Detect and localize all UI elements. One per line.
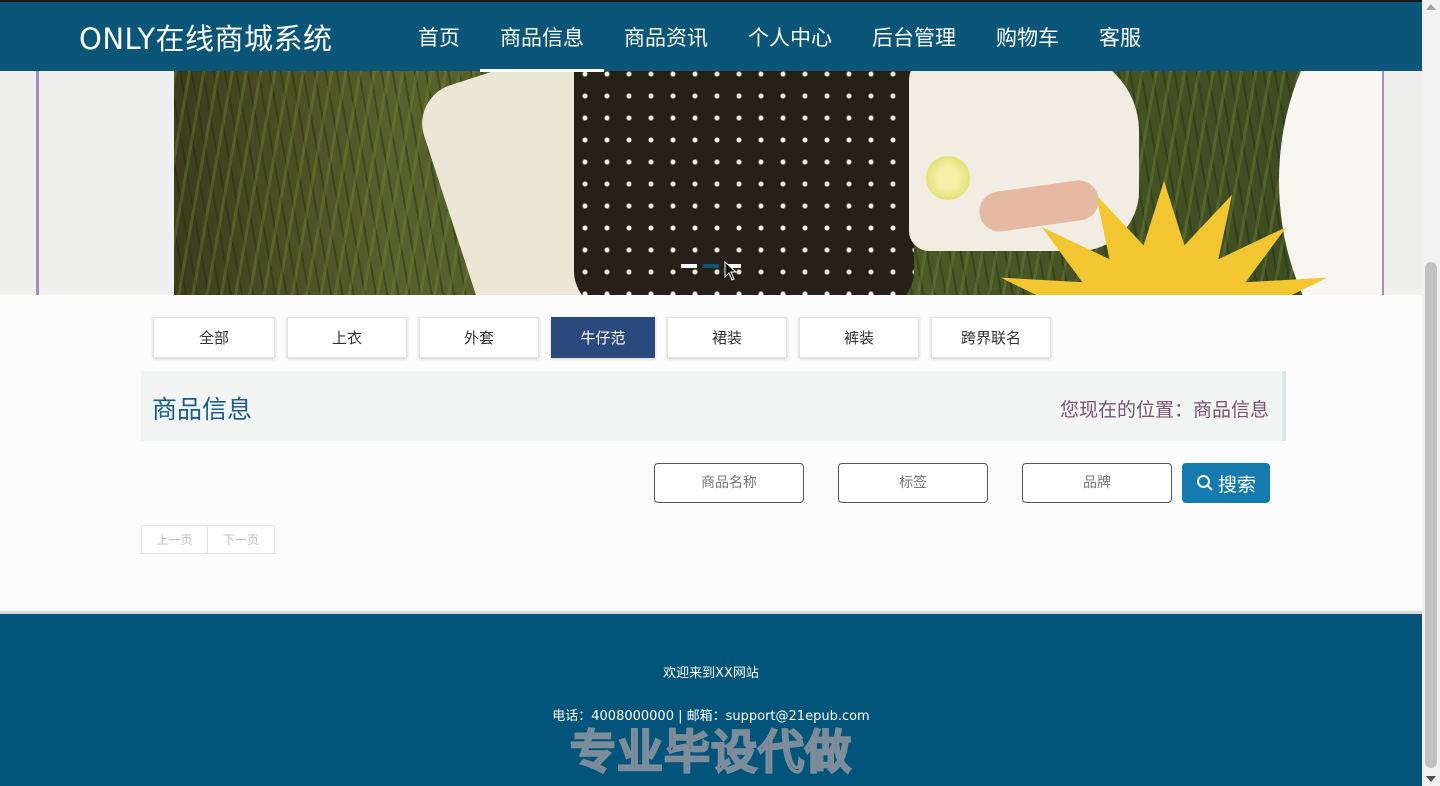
- footer-welcome: 欢迎来到XX网站: [663, 666, 759, 681]
- scroll-thumb[interactable]: [1425, 262, 1437, 768]
- category-tab-tops[interactable]: 上衣: [287, 317, 407, 358]
- pagination: 上一页 下一页: [141, 525, 275, 554]
- footer: 欢迎来到XX网站 电话：4008000000 | 邮箱：support@21ep…: [0, 611, 1422, 786]
- banner-dress: [574, 71, 914, 295]
- nav-news[interactable]: 商品资讯: [604, 2, 728, 71]
- prev-page-button[interactable]: 上一页: [141, 525, 208, 554]
- nav-service[interactable]: 客服: [1079, 2, 1161, 71]
- nav-products[interactable]: 商品信息: [480, 2, 604, 72]
- footer-watermark: 专业毕设代做: [569, 724, 852, 780]
- tag-input[interactable]: [838, 463, 988, 503]
- category-tab-outerwear[interactable]: 外套: [419, 317, 539, 358]
- top-navbar: ONLY在线商城系统 首页 商品信息 商品资讯 个人中心 后台管理 购物车 客服: [0, 0, 1422, 72]
- nav-profile[interactable]: 个人中心: [728, 2, 852, 71]
- category-tab-dresses[interactable]: 裙装: [667, 317, 787, 358]
- banner-arc: [1279, 71, 1382, 295]
- nav-cart[interactable]: 购物车: [976, 2, 1079, 71]
- carousel-dot-2[interactable]: [703, 264, 719, 268]
- scroll-down-arrow-icon[interactable]: [1426, 776, 1436, 782]
- search-icon: [1196, 475, 1213, 491]
- search-button[interactable]: 搜索: [1182, 463, 1270, 503]
- site-brand[interactable]: ONLY在线商城系统: [79, 16, 333, 58]
- product-name-input[interactable]: [654, 463, 804, 503]
- banner-frame-left: [36, 71, 39, 295]
- mouse-cursor-icon: [724, 261, 738, 281]
- section-title-bar: 商品信息 您现在的位置：商品信息: [141, 371, 1286, 441]
- scroll-up-arrow-icon[interactable]: [1426, 4, 1436, 10]
- category-tab-all[interactable]: 全部: [153, 317, 275, 358]
- nav-home[interactable]: 首页: [398, 2, 480, 71]
- page-scrollbar[interactable]: [1422, 0, 1440, 786]
- brand-input[interactable]: [1022, 463, 1172, 503]
- category-tab-collab[interactable]: 跨界联名: [931, 317, 1051, 358]
- banner-flower: [926, 156, 970, 200]
- main-nav: 首页 商品信息 商品资讯 个人中心 后台管理 购物车 客服: [398, 2, 1161, 72]
- banner-carousel[interactable]: [174, 71, 1382, 295]
- search-button-label: 搜索: [1217, 473, 1256, 496]
- breadcrumb: 您现在的位置：商品信息: [1059, 399, 1269, 421]
- next-page-button[interactable]: 下一页: [208, 525, 275, 554]
- nav-admin[interactable]: 后台管理: [852, 2, 976, 71]
- category-tabs: 全部 上衣 外套 牛仔范 裙装 裤装 跨界联名: [153, 317, 1063, 358]
- category-tab-denim[interactable]: 牛仔范: [551, 317, 655, 358]
- category-tab-pants[interactable]: 裤装: [799, 317, 919, 358]
- carousel-dot-1[interactable]: [681, 264, 697, 268]
- banner-area: [0, 71, 1422, 295]
- page-title: 商品信息: [152, 395, 253, 424]
- content-area: 全部 上衣 外套 牛仔范 裙装 裤装 跨界联名 商品信息 您现在的位置：商品信息…: [0, 295, 1422, 611]
